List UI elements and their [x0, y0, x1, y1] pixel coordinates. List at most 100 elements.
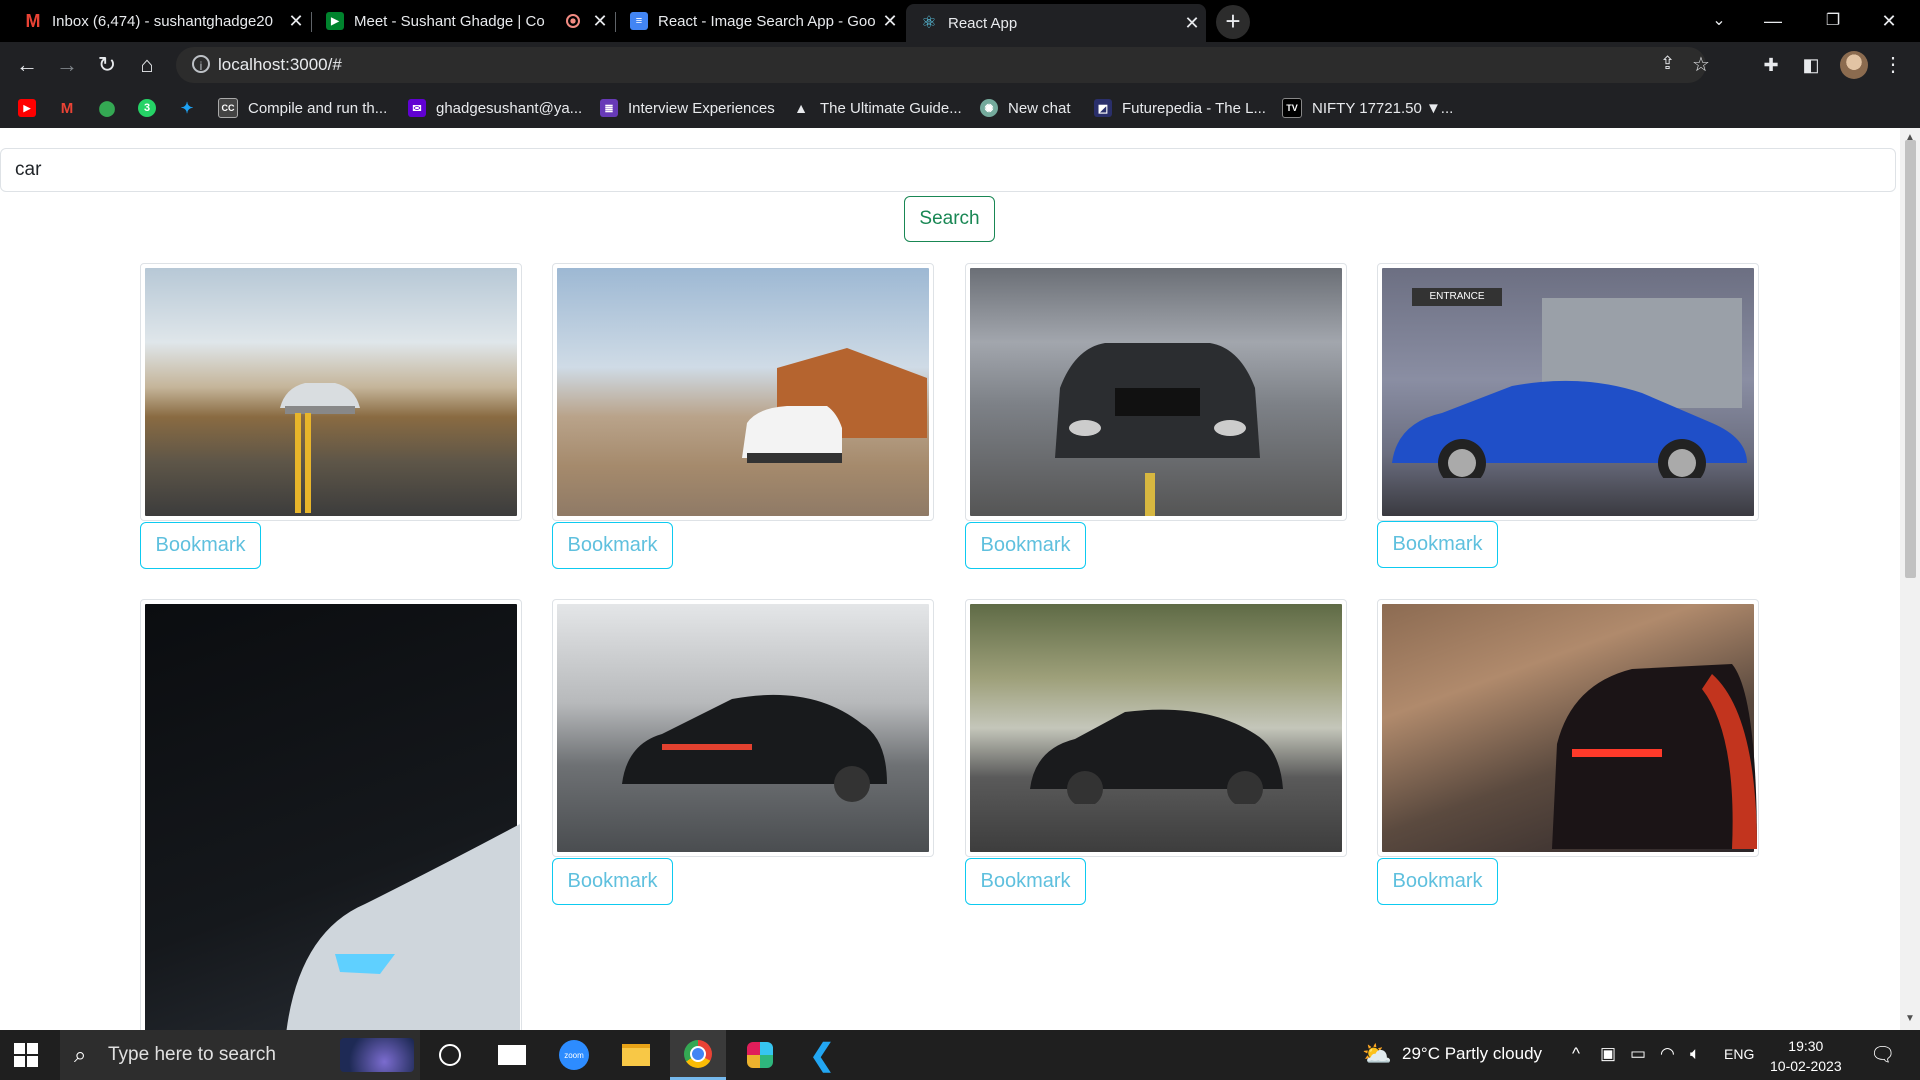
bookmark-futurepedia[interactable]: ◩ Futurepedia - The L...	[1094, 96, 1266, 120]
bookmarks-bar: ▶ M ⬤ 3 ✦ CC Compile and run th... ✉ ghadg…	[0, 88, 1920, 128]
weather-text[interactable]: 29°C Partly cloudy	[1402, 1044, 1542, 1064]
bookmark-button[interactable]: Bookmark	[552, 522, 673, 569]
language-indicator[interactable]: ENG	[1724, 1046, 1754, 1062]
bookmark-button[interactable]: Bookmark	[965, 858, 1086, 905]
extensions-icon[interactable]: ✚	[1758, 52, 1784, 78]
notifications-icon[interactable]: 🗨︎	[1870, 1042, 1895, 1067]
twitter-icon: ✦	[180, 100, 194, 117]
image-card	[965, 263, 1347, 521]
taskbar-search-box[interactable]: ⌕ Type here to search	[60, 1030, 420, 1080]
close-tab-icon[interactable]: ✕	[586, 11, 614, 32]
volume-icon[interactable]: 🔈︎	[1690, 1044, 1700, 1064]
close-tab-icon[interactable]: ✕	[282, 11, 310, 32]
bookmark-button[interactable]: Bookmark	[140, 522, 261, 569]
gmail-icon: M	[25, 10, 41, 31]
clock[interactable]: 19:30 10-02-2023	[1770, 1036, 1842, 1076]
tab-react-app[interactable]: ⚛ React App ✕	[906, 4, 1206, 42]
yahoo-mail-icon: ✉	[408, 99, 426, 117]
zoom-icon: zoom	[559, 1040, 589, 1070]
mountain-icon: ▲	[794, 100, 808, 116]
bookmark-interview[interactable]: ≣ Interview Experiences	[600, 96, 775, 120]
forward-icon[interactable]: →	[50, 48, 84, 82]
bookmark-button[interactable]: Bookmark	[1377, 521, 1498, 568]
battery-icon[interactable]: ▭	[1630, 1044, 1646, 1064]
home-icon[interactable]: ⌂	[130, 48, 164, 82]
bookmark-new-chat[interactable]: ✺ New chat	[980, 96, 1071, 120]
slack-app[interactable]	[732, 1030, 788, 1080]
youtube-bookmark[interactable]: ▶	[18, 96, 46, 120]
url-text: localhost:3000/#	[218, 55, 342, 74]
tab-docs[interactable]: ≡ React - Image Search App - Goo ✕	[616, 4, 904, 38]
bookmark-button[interactable]: Bookmark	[965, 522, 1086, 569]
side-panel-icon[interactable]: ◧	[1798, 52, 1824, 78]
result-image[interactable]	[145, 268, 517, 516]
bookmark-yahoo[interactable]: ✉ ghadgesushant@ya...	[408, 96, 582, 120]
close-tab-icon[interactable]: ✕	[876, 11, 904, 32]
maps-bookmark[interactable]: ⬤	[98, 96, 126, 120]
site-info-icon[interactable]: i	[192, 55, 210, 73]
bookmark-compile[interactable]: CC Compile and run th...	[218, 96, 387, 120]
result-image[interactable]	[145, 604, 520, 1030]
mail-app[interactable]	[484, 1030, 540, 1080]
back-icon[interactable]: ←	[10, 48, 44, 82]
react-icon: ⚛	[921, 13, 937, 32]
whatsapp-bookmark[interactable]: 3	[138, 96, 166, 120]
recording-icon	[566, 14, 580, 28]
twitter-bookmark[interactable]: ✦	[178, 96, 206, 120]
new-tab-button[interactable]: +	[1216, 5, 1250, 39]
clock-time: 19:30	[1788, 1038, 1824, 1054]
vscode-app[interactable]: ❮	[794, 1030, 850, 1080]
search-button[interactable]: Search	[904, 196, 995, 242]
gmail-icon: M	[60, 99, 74, 117]
image-card	[552, 263, 934, 521]
reload-icon[interactable]: ↻	[90, 48, 124, 82]
address-bar[interactable]: i localhost:3000/# ⇪ ☆	[176, 47, 1710, 83]
result-image[interactable]	[557, 604, 929, 852]
weather-icon[interactable]: ⛅	[1362, 1040, 1392, 1069]
result-image[interactable]: ENTRANCE	[1382, 268, 1754, 516]
meet-icon: ▶	[326, 12, 344, 30]
folder-icon	[622, 1044, 650, 1066]
gmail-bookmark[interactable]: M	[58, 96, 86, 120]
bookmark-nifty[interactable]: TV NIFTY 17721.50 ▼...	[1282, 96, 1453, 120]
show-hidden-icons-icon[interactable]: ^	[1572, 1044, 1580, 1064]
bookmark-button[interactable]: Bookmark	[552, 858, 673, 905]
tradingview-icon: TV	[1282, 98, 1302, 118]
image-card	[140, 599, 522, 1030]
tab-search-chevron-icon[interactable]: ⌄	[1696, 6, 1742, 36]
maps-pin-icon: ⬤	[98, 100, 116, 117]
result-image[interactable]	[970, 268, 1342, 516]
avatar[interactable]	[1840, 51, 1868, 79]
scrollbar-thumb[interactable]	[1905, 140, 1916, 578]
tab-meet[interactable]: ▶ Meet - Sushant Ghadge | Co ✕	[312, 4, 614, 38]
vscode-icon: ❮	[809, 1038, 835, 1072]
zoom-app[interactable]: zoom	[546, 1030, 602, 1080]
meet-now-icon[interactable]: ▣	[1600, 1044, 1616, 1064]
close-window-icon[interactable]: ✕	[1866, 6, 1912, 36]
menu-icon[interactable]: ⋮	[1880, 52, 1906, 78]
page-scrollbar[interactable]: ▲ ▼	[1900, 128, 1920, 1030]
wifi-icon[interactable]: ◠	[1660, 1044, 1675, 1064]
result-image[interactable]	[557, 268, 929, 516]
chrome-app[interactable]	[670, 1030, 726, 1080]
restore-icon[interactable]: ❐	[1810, 6, 1856, 36]
result-image[interactable]	[970, 604, 1342, 852]
windows-start-icon[interactable]	[14, 1043, 38, 1067]
image-card	[965, 599, 1347, 857]
tab-gmail[interactable]: M Inbox (6,474) - sushantghadge20 ✕	[10, 4, 310, 38]
minimize-icon[interactable]: —	[1750, 6, 1796, 36]
youtube-icon: ▶	[18, 99, 36, 117]
file-explorer-app[interactable]	[608, 1030, 664, 1080]
search-input[interactable]	[0, 148, 1896, 192]
browser-toolbar: ← → ↻ ⌂ i localhost:3000/# ⇪ ☆ ✚ ◧ ⋮	[0, 42, 1920, 88]
cortana-button[interactable]	[422, 1030, 478, 1080]
search-highlight-image	[340, 1038, 414, 1072]
cortana-icon	[439, 1044, 461, 1066]
scroll-down-icon[interactable]: ▼	[1905, 1013, 1915, 1024]
share-icon[interactable]: ⇪	[1660, 53, 1675, 74]
close-tab-icon[interactable]: ✕	[1178, 13, 1206, 34]
bookmark-ultimate-guide[interactable]: ▲ The Ultimate Guide...	[792, 96, 962, 120]
star-icon[interactable]: ☆	[1692, 52, 1710, 77]
bookmark-button[interactable]: Bookmark	[1377, 858, 1498, 905]
result-image[interactable]	[1382, 604, 1757, 852]
